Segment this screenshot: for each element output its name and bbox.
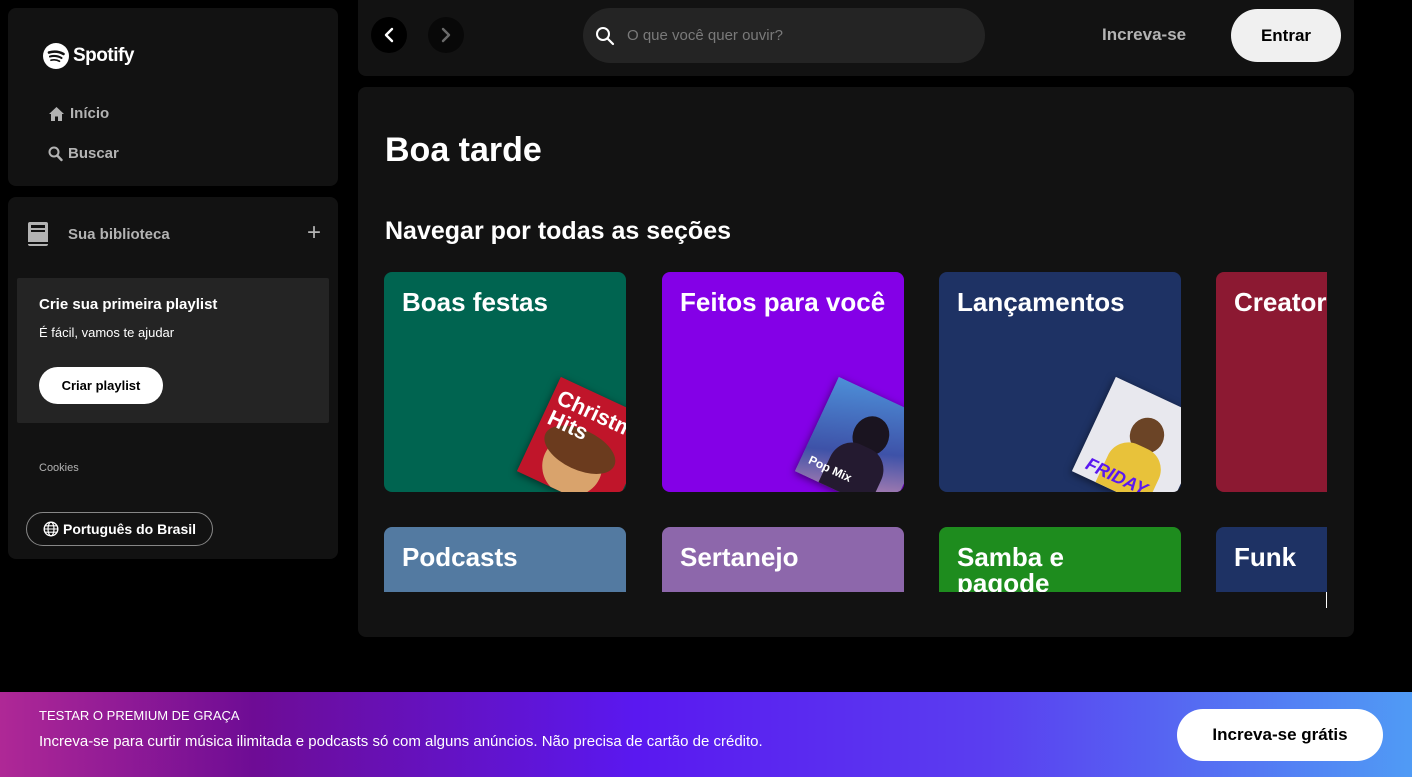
banner-kicker: TESTAR O PREMIUM DE GRAÇA bbox=[39, 708, 240, 723]
main-content: Boa tarde Navegar por todas as seções Bo… bbox=[358, 87, 1354, 637]
back-button[interactable] bbox=[371, 17, 407, 53]
cookies-link[interactable]: Cookies bbox=[39, 462, 79, 474]
genre-card-label: Lançamentos bbox=[957, 287, 1125, 317]
genre-card-label: Samba e pagode bbox=[957, 542, 1064, 592]
language-button[interactable]: Português do Brasil bbox=[26, 512, 213, 546]
playlist-cover-image: FRIDAY bbox=[1071, 376, 1181, 492]
banner-text: Increva-se para curtir música ilimitada … bbox=[39, 733, 763, 750]
globe-icon bbox=[43, 521, 59, 537]
genre-card-label: Podcasts bbox=[402, 542, 518, 572]
spotify-logo[interactable]: Spotify bbox=[43, 43, 134, 69]
genre-card-lancamentos[interactable]: Lançamentos FRIDAY bbox=[939, 272, 1181, 492]
signup-free-button[interactable]: Increva-se grátis bbox=[1177, 709, 1383, 761]
forward-button[interactable] bbox=[428, 17, 464, 53]
playlist-cover-image: Christmas Hits bbox=[516, 376, 626, 492]
genre-card-label: Feitos para você bbox=[680, 287, 886, 317]
search-input[interactable] bbox=[627, 27, 957, 44]
page-title: Boa tarde bbox=[385, 131, 542, 169]
scroll-mask bbox=[384, 593, 1344, 637]
chevron-right-icon bbox=[441, 27, 451, 43]
text-cursor bbox=[1326, 592, 1327, 608]
sidebar-nav-panel: Spotify Início Buscar bbox=[8, 8, 338, 186]
sidebar-item-home[interactable]: Início bbox=[48, 105, 109, 122]
genre-card-label: Sertanejo bbox=[680, 542, 799, 572]
playlist-cover-image: Pop Mix bbox=[794, 376, 904, 492]
create-playlist-button[interactable]: Criar playlist bbox=[39, 367, 163, 404]
logo-text: Spotify bbox=[73, 45, 134, 66]
genre-card-label: Creators bbox=[1234, 287, 1327, 317]
sidebar-library-panel: Sua biblioteca + Crie sua primeira playl… bbox=[8, 197, 338, 559]
genre-grid: Boas festas Christmas Hits Feitos para v… bbox=[384, 272, 1327, 592]
genre-card-label: Boas festas bbox=[402, 287, 548, 317]
create-playlist-card: Crie sua primeira playlist É fácil, vamo… bbox=[17, 278, 329, 423]
genre-card-feitos-para-voce[interactable]: Feitos para você Pop Mix bbox=[662, 272, 904, 492]
search-icon bbox=[596, 26, 615, 45]
signup-link[interactable]: Increva-se bbox=[1102, 25, 1186, 45]
plus-icon[interactable]: + bbox=[307, 221, 321, 245]
language-label: Português do Brasil bbox=[62, 521, 197, 537]
library-header[interactable]: Sua biblioteca bbox=[26, 221, 170, 247]
library-title: Sua biblioteca bbox=[68, 225, 170, 243]
genre-card-podcasts[interactable]: Podcasts bbox=[384, 527, 626, 592]
search-bar[interactable] bbox=[583, 8, 985, 63]
top-bar: Increva-se Entrar bbox=[358, 0, 1354, 76]
genre-card-creators[interactable]: Creators bbox=[1216, 272, 1327, 492]
create-playlist-subtitle: É fácil, vamos te ajudar bbox=[39, 325, 175, 340]
genre-card-sertanejo[interactable]: Sertanejo bbox=[662, 527, 904, 592]
search-icon bbox=[48, 146, 63, 161]
home-icon bbox=[49, 106, 64, 121]
chevron-left-icon bbox=[384, 27, 394, 43]
section-title: Navegar por todas as seções bbox=[385, 217, 731, 245]
sidebar-item-label: Buscar bbox=[68, 145, 119, 162]
genre-card-label: Funk bbox=[1234, 542, 1297, 572]
sidebar-item-label: Início bbox=[70, 105, 110, 122]
library-icon bbox=[28, 222, 48, 246]
create-playlist-title: Crie sua primeira playlist bbox=[39, 296, 218, 313]
genre-card-samba-e-pagode[interactable]: Samba e pagode bbox=[939, 527, 1181, 592]
genre-card-funk[interactable]: Funk bbox=[1216, 527, 1327, 592]
sidebar-item-search[interactable]: Buscar bbox=[48, 145, 119, 162]
login-button[interactable]: Entrar bbox=[1231, 9, 1341, 62]
premium-banner[interactable]: TESTAR O PREMIUM DE GRAÇA Increva-se par… bbox=[0, 692, 1412, 777]
genre-card-boas-festas[interactable]: Boas festas Christmas Hits bbox=[384, 272, 626, 492]
spotify-logo-icon bbox=[43, 43, 69, 69]
